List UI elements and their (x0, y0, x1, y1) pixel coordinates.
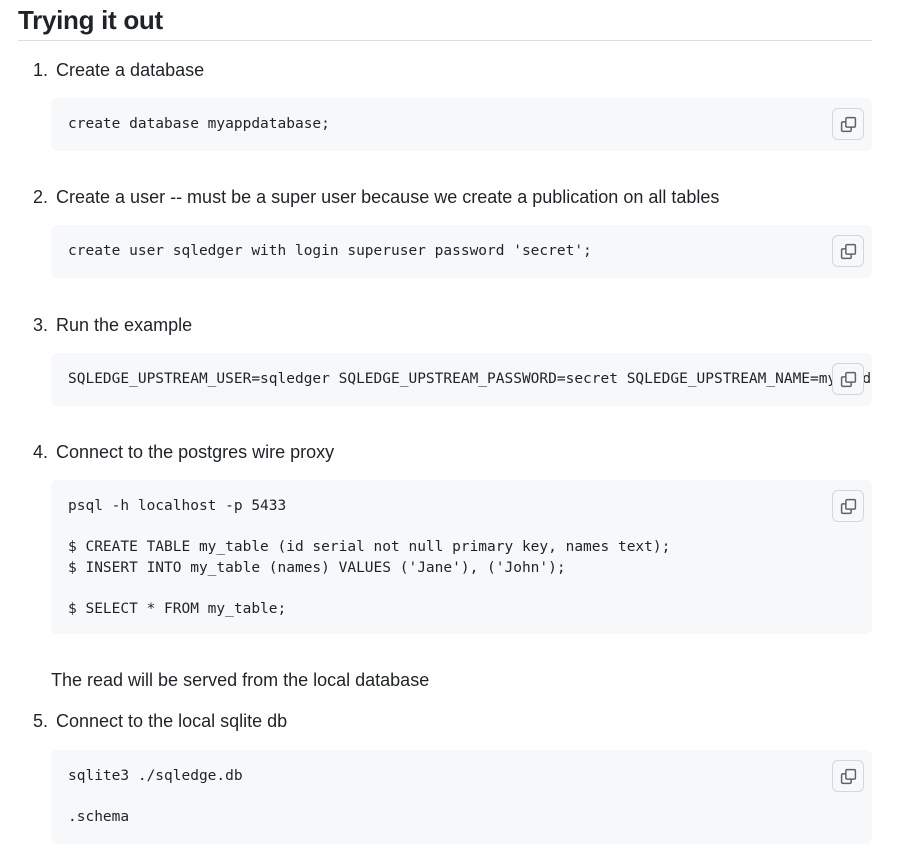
step-text: Connect to the postgres wire proxy (56, 442, 335, 462)
step-number: 5. (33, 711, 49, 731)
step-text: Create a user -- must be a super user be… (56, 187, 720, 207)
step-2-label: 2. Create a user -- must be a super user… (33, 186, 719, 208)
code-text[interactable]: psql -h localhost -p 5433 $ CREATE TABLE… (68, 496, 670, 619)
step-1-label: 1. Create a database (33, 59, 204, 81)
step-text: Create a database (56, 60, 205, 80)
step-number: 1. (33, 60, 49, 80)
step-number: 4. (33, 442, 49, 462)
code-text[interactable]: sqlite3 ./sqledge.db .schema (68, 766, 243, 828)
code-block-create-database: create database myappdatabase; (51, 98, 872, 151)
copy-icon (840, 116, 857, 133)
code-text[interactable]: create database myappdatabase; (68, 114, 330, 135)
code-text[interactable]: create user sqledger with login superuse… (68, 241, 592, 262)
copy-button[interactable] (832, 363, 864, 395)
section-heading: Trying it out (18, 0, 872, 41)
copy-button[interactable] (832, 490, 864, 522)
read-note: The read will be served from the local d… (51, 670, 430, 690)
code-block-create-user: create user sqledger with login superuse… (51, 225, 872, 278)
copy-button[interactable] (832, 108, 864, 140)
code-block-run-example: SQLEDGE_UPSTREAM_USER=sqledger SQLEDGE_U… (51, 353, 872, 406)
section-title: Trying it out (18, 5, 163, 35)
copy-button[interactable] (832, 235, 864, 267)
step-5-label: 5. Connect to the local sqlite db (33, 710, 287, 732)
readme-section: Trying it out 1. Create a database creat… (0, 0, 899, 848)
step-text: Run the example (56, 315, 193, 335)
step-4-label: 4. Connect to the postgres wire proxy (33, 441, 334, 463)
code-block-psql: psql -h localhost -p 5433 $ CREATE TABLE… (51, 480, 872, 634)
copy-icon (840, 768, 857, 785)
copy-icon (840, 498, 857, 515)
step-number: 2. (33, 187, 49, 207)
copy-button[interactable] (832, 760, 864, 792)
step-text: Connect to the local sqlite db (56, 711, 288, 731)
copy-icon (840, 243, 857, 260)
copy-icon (840, 371, 857, 388)
step-3-label: 3. Run the example (33, 314, 192, 336)
code-text[interactable]: SQLEDGE_UPSTREAM_USER=sqledger SQLEDGE_U… (68, 369, 872, 390)
step-number: 3. (33, 315, 49, 335)
code-block-sqlite: sqlite3 ./sqledge.db .schema (51, 750, 872, 844)
